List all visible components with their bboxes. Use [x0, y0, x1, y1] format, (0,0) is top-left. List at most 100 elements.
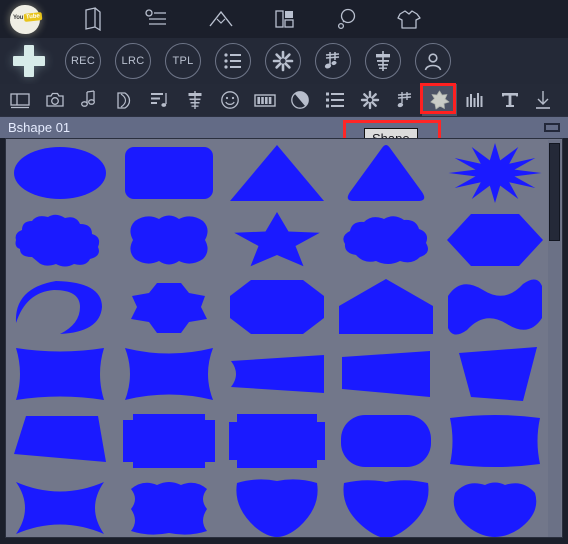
shape-cell-octagon[interactable] [223, 273, 331, 340]
particles-button[interactable] [258, 38, 308, 84]
shape-cell-shield-wide[interactable] [441, 474, 549, 537]
app-logo-button[interactable]: You Tube [0, 0, 50, 38]
logo-you-text: You [13, 14, 23, 21]
shape-cell-tab-rect[interactable] [223, 407, 331, 474]
shape-cell-wave-ribbon[interactable] [441, 273, 549, 340]
shape-cell-trapezoid-skew[interactable] [6, 407, 114, 474]
shape-cell-cloud-wide[interactable] [332, 206, 440, 273]
download-button[interactable] [525, 84, 560, 116]
mixer-icon [188, 91, 201, 109]
double-note-icon [80, 90, 95, 107]
tool-shape[interactable] [420, 83, 457, 116]
shape-cell-puffy-rect[interactable] [441, 407, 549, 474]
note-list-icon [150, 92, 167, 107]
plus-icon [12, 44, 46, 78]
shape-cell-wavy-badge[interactable] [115, 206, 223, 273]
shape-cell-astroid[interactable] [6, 474, 114, 537]
tool-filter[interactable] [282, 84, 317, 116]
camera-icon [45, 92, 64, 107]
contrast-circle-icon [290, 91, 309, 109]
lrc-button[interactable]: LRC [108, 38, 158, 84]
tool-keyboard[interactable] [247, 84, 282, 116]
cloud-wide-icon [343, 215, 429, 264]
download-icon [535, 91, 550, 109]
tool-effects[interactable] [142, 84, 177, 116]
tool-music[interactable] [387, 84, 422, 116]
shape-cell-shield-point[interactable] [332, 474, 440, 537]
tool-photo[interactable] [37, 84, 72, 116]
shape-cell-tilted-trapezoid[interactable] [441, 340, 549, 407]
shield-point-icon [343, 479, 429, 537]
shape-cell-shield-round[interactable] [223, 474, 331, 537]
tilted-trapezoid-icon [458, 346, 537, 401]
asterisk-icon [360, 90, 379, 110]
octagon-icon [230, 279, 325, 334]
music-note-button[interactable] [308, 38, 358, 84]
ellipse-icon [14, 146, 107, 199]
shield-round-icon [236, 478, 319, 537]
tool-text[interactable] [492, 84, 527, 116]
rec-button[interactable]: REC [58, 38, 108, 84]
vertical-scrollbar[interactable] [548, 140, 561, 537]
tool-strip [0, 83, 568, 116]
star-8-blunt-icon [130, 282, 207, 333]
wavy-badge-icon [130, 215, 208, 264]
shape-cell-ellipse[interactable] [6, 139, 114, 206]
shape-cell-wedge-trapezoid[interactable] [332, 340, 440, 407]
transition-icon [116, 91, 130, 109]
open-book-icon [85, 7, 101, 31]
tool-equalizer[interactable] [457, 84, 492, 116]
tool-transition[interactable] [107, 84, 142, 116]
tpl-button[interactable]: TPL [158, 38, 208, 84]
shape-cell-notched-rect[interactable] [115, 407, 223, 474]
music-sharp-icon [397, 92, 411, 108]
shape-cell-pentagon-house[interactable] [332, 273, 440, 340]
tshirt-button[interactable] [384, 0, 434, 38]
shield-wide-icon [453, 482, 536, 537]
page-title: Bshape 01 [8, 120, 71, 135]
shape-puzzle-icon [429, 90, 449, 110]
wedge-trapezoid-icon [342, 350, 431, 397]
shape-cell-pill-rect[interactable] [332, 407, 440, 474]
mixer-button[interactable] [358, 38, 408, 84]
chevron-up-button[interactable] [196, 0, 246, 38]
shape-library-canvas[interactable] [5, 138, 563, 538]
keyboard-icon [253, 93, 276, 107]
tool-list[interactable] [317, 84, 352, 116]
pill-rect-icon [341, 414, 432, 467]
tool-mixer[interactable] [177, 84, 212, 116]
shape-cell-rounded-trapezoid[interactable] [332, 139, 440, 206]
shape-cell-star-5[interactable] [223, 206, 331, 273]
layout-panels-button[interactable] [260, 0, 310, 38]
shape-cell-star-8-blunt[interactable] [115, 273, 223, 340]
shape-cell-bowtie-rect[interactable] [115, 340, 223, 407]
tool-video[interactable] [2, 84, 37, 116]
scrollbar-thumb[interactable] [549, 143, 560, 241]
wave-ribbon-icon [447, 278, 542, 335]
tool-audio[interactable] [72, 84, 107, 116]
shape-cell-scalloped-shield[interactable] [115, 474, 223, 537]
tool-particles[interactable] [352, 84, 387, 116]
open-book-button[interactable] [68, 0, 118, 38]
shape-cell-concave-rect[interactable] [6, 340, 114, 407]
shape-cell-hexagon[interactable] [441, 206, 549, 273]
list-settings-button[interactable] [132, 0, 182, 38]
shape-cell-burst-12[interactable] [441, 139, 549, 206]
add-button[interactable] [0, 38, 58, 84]
triangle-icon [230, 144, 325, 201]
tool-sticker[interactable] [212, 84, 247, 116]
shape-cell-crescent[interactable] [6, 273, 114, 340]
crescent-icon [16, 280, 103, 334]
panel-header[interactable]: Bshape 01 [0, 116, 568, 138]
shape-cell-triangle[interactable] [223, 139, 331, 206]
collapse-icon[interactable] [544, 123, 560, 132]
shape-cell-cloud[interactable] [6, 206, 114, 273]
rounded-trapezoid-icon [347, 144, 425, 201]
list-bullets-icon [325, 92, 344, 108]
magnifier-button[interactable] [322, 0, 372, 38]
list-button[interactable] [208, 38, 258, 84]
hexagon-icon [446, 213, 543, 266]
shape-cell-rounded-rect[interactable] [115, 139, 223, 206]
user-button[interactable] [408, 38, 458, 84]
shape-cell-slanted-bar[interactable] [223, 340, 331, 407]
